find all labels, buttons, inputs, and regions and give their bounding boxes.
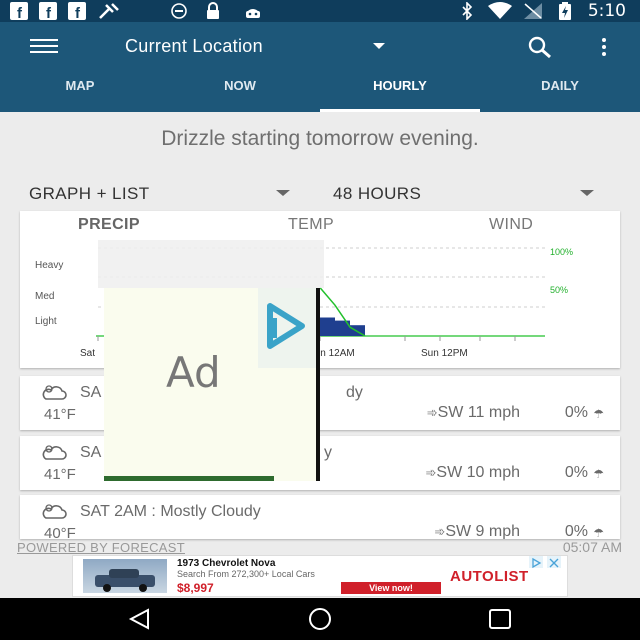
home-icon[interactable] <box>306 607 334 636</box>
hour-row-title-tail: y <box>324 444 332 461</box>
overflow-menu-icon[interactable] <box>599 38 609 58</box>
hour-row-precip: 0% <box>564 464 588 481</box>
ad-play-icon[interactable] <box>258 288 316 368</box>
system-nav-bar <box>0 598 640 640</box>
right-label-100: 100% <box>550 247 573 257</box>
hour-row-wind: ➾SW 9 mph <box>434 523 520 539</box>
tab-daily[interactable]: DAILY <box>480 78 640 93</box>
tab-map[interactable]: MAP <box>0 78 160 93</box>
cloud-icon <box>42 384 68 407</box>
powered-by-link[interactable]: POWERED BY FORECAST <box>17 540 185 555</box>
ad-title: 1973 Chevrolet Nova <box>177 558 276 569</box>
hour-row-title: SAT 2AM : Mostly Cloudy <box>80 503 261 520</box>
hour-row-title: SA <box>80 444 102 461</box>
recents-icon[interactable] <box>487 608 513 635</box>
status-time: 5:10 <box>587 1 626 21</box>
x-label-sat: Sat <box>80 348 95 359</box>
y-label-light: Light <box>35 316 57 327</box>
hour-row-title-tail: dy <box>346 384 363 401</box>
ad-car-image <box>83 559 167 593</box>
ad-cta-button[interactable]: View now! <box>341 582 441 594</box>
y-label-med: Med <box>35 291 54 302</box>
cloud-icon <box>42 444 68 467</box>
ad-popup[interactable]: Ad <box>104 288 320 481</box>
umbrella-icon: ☂ <box>593 526 604 539</box>
hour-row-title: SA <box>80 384 102 401</box>
tab-hourly[interactable]: HOURLY <box>320 78 480 93</box>
wind-arrow-icon: ➾ <box>434 524 446 539</box>
y-label-heavy: Heavy <box>35 260 63 271</box>
ad-progress-bar <box>104 476 274 481</box>
view-mode-dropdown[interactable]: GRAPH + LIST <box>29 184 150 204</box>
location-dropdown-caret-icon[interactable] <box>373 43 385 49</box>
x-label-sun-12pm: Sun 12PM <box>421 348 468 359</box>
ad-brand-logo: AUTOLIST <box>450 568 529 585</box>
hour-row-precip: 0% <box>564 523 588 539</box>
hour-row[interactable]: SAT 2AM : Mostly Cloudy 40°F ➾SW 9 mph 0… <box>20 495 620 539</box>
search-icon[interactable] <box>527 35 553 61</box>
hour-row-temp: 40°F <box>44 525 76 539</box>
last-updated-time: 05:07 AM <box>562 539 622 555</box>
hour-row-temp: 41°F <box>44 466 76 483</box>
ad-popup-edge <box>316 288 320 481</box>
hour-row-wind: ➾SW 11 mph <box>426 404 520 421</box>
ad-price: $8,997 <box>177 581 214 595</box>
ad-close-icon[interactable] <box>547 556 561 568</box>
ad-popup-label: Ad <box>166 348 221 397</box>
tab-now[interactable]: NOW <box>160 78 320 93</box>
view-mode-caret-icon[interactable] <box>276 190 290 196</box>
umbrella-icon: ☂ <box>593 467 604 481</box>
time-range-dropdown[interactable]: 48 HOURS <box>333 184 421 204</box>
forecast-summary: Drizzle starting tomorrow evening. <box>161 127 479 150</box>
back-icon[interactable] <box>128 608 152 635</box>
umbrella-icon: ☂ <box>593 407 604 421</box>
hour-row-wind: ➾SW 10 mph <box>425 464 521 481</box>
status-bar: f f f 5:10 <box>0 0 640 22</box>
location-title[interactable]: Current Location <box>125 36 263 57</box>
right-label-50: 50% <box>550 285 568 295</box>
hour-row-precip: 0% <box>564 404 588 421</box>
wind-arrow-icon: ➾ <box>425 465 437 480</box>
adchoices-icon[interactable] <box>529 556 543 569</box>
precip-intensity-bar <box>320 317 335 336</box>
wind-arrow-icon: ➾ <box>426 405 438 420</box>
ad-banner[interactable]: 1973 Chevrolet Nova Search From 272,300+… <box>72 555 568 597</box>
time-range-caret-icon[interactable] <box>580 190 594 196</box>
menu-icon[interactable] <box>30 39 58 53</box>
active-tab-indicator <box>320 109 480 112</box>
app-bar: Current Location MAP NOW HOURLY DAILY <box>0 22 640 112</box>
ad-subtitle: Search From 272,300+ Local Cars <box>177 569 315 579</box>
ad-overlay-shade <box>98 240 324 288</box>
cloud-icon <box>42 503 68 526</box>
hour-row-temp: 41°F <box>44 406 76 423</box>
